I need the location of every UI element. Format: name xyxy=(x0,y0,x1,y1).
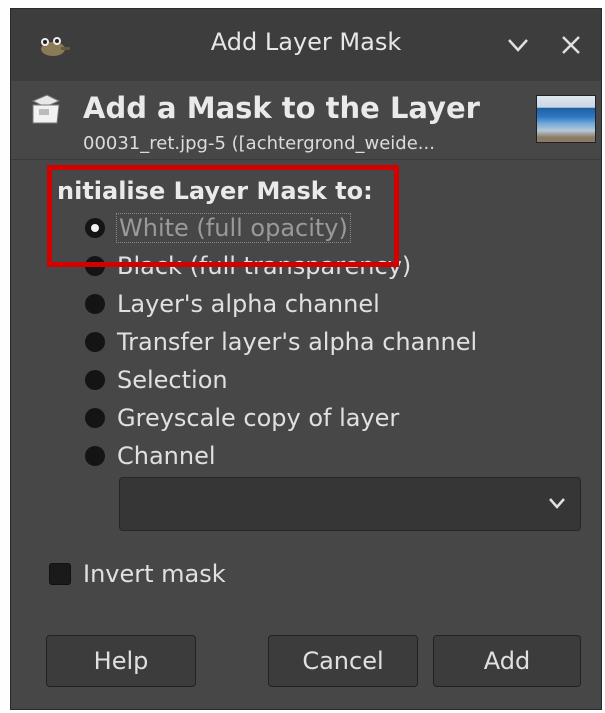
radio-button[interactable] xyxy=(85,370,105,390)
radio-button[interactable] xyxy=(85,256,105,276)
radio-channel[interactable]: Channel xyxy=(85,439,216,473)
invert-mask-label: Invert mask xyxy=(83,560,226,588)
help-button[interactable]: Help xyxy=(46,635,196,687)
radio-label: Channel xyxy=(117,442,216,470)
radio-label: Black (full transparency) xyxy=(117,252,412,280)
channel-select[interactable] xyxy=(119,477,581,531)
layer-thumbnail xyxy=(536,95,596,143)
radio-white[interactable]: White (full opacity) xyxy=(85,211,351,245)
close-icon[interactable] xyxy=(557,31,585,59)
add-button[interactable]: Add xyxy=(433,635,581,687)
radio-button[interactable] xyxy=(85,446,105,466)
radio-label: Transfer layer's alpha channel xyxy=(117,328,478,356)
radio-button[interactable] xyxy=(85,408,105,428)
group-label: nitialise Layer Mask to: xyxy=(57,177,373,205)
radio-label: Selection xyxy=(117,366,228,394)
radio-greyscale[interactable]: Greyscale copy of layer xyxy=(85,401,399,435)
radio-alpha[interactable]: Layer's alpha channel xyxy=(85,287,380,321)
chevron-down-icon xyxy=(549,498,565,509)
invert-mask-checkbox[interactable] xyxy=(49,563,71,585)
radio-button[interactable] xyxy=(85,332,105,352)
radio-button[interactable] xyxy=(85,218,105,238)
titlebar[interactable]: Add Layer Mask xyxy=(11,9,601,81)
radio-dot xyxy=(91,224,99,232)
radio-button[interactable] xyxy=(85,294,105,314)
radio-transfer-alpha[interactable]: Transfer layer's alpha channel xyxy=(85,325,477,359)
chevron-down-icon[interactable] xyxy=(504,31,532,59)
radio-selection[interactable]: Selection xyxy=(85,363,228,397)
add-layer-mask-dialog: Add Layer Mask Add a Mask to the Layer 0… xyxy=(10,8,602,710)
layer-name: 00031_ret.jpg-5 ([achtergrond_weide... xyxy=(83,133,435,154)
dialog-heading: Add a Mask to the Layer xyxy=(83,91,480,125)
radio-label: White (full opacity) xyxy=(116,213,351,243)
dialog-header: Add a Mask to the Layer 00031_ret.jpg-5 … xyxy=(11,81,601,159)
radio-label: Layer's alpha channel xyxy=(117,290,380,318)
invert-mask-option[interactable]: Invert mask xyxy=(49,557,226,591)
radio-black[interactable]: Black (full transparency) xyxy=(85,249,411,283)
divider xyxy=(11,159,601,160)
radio-label: Greyscale copy of layer xyxy=(117,404,400,432)
layer-mask-icon xyxy=(31,94,61,124)
cancel-button[interactable]: Cancel xyxy=(268,635,418,687)
